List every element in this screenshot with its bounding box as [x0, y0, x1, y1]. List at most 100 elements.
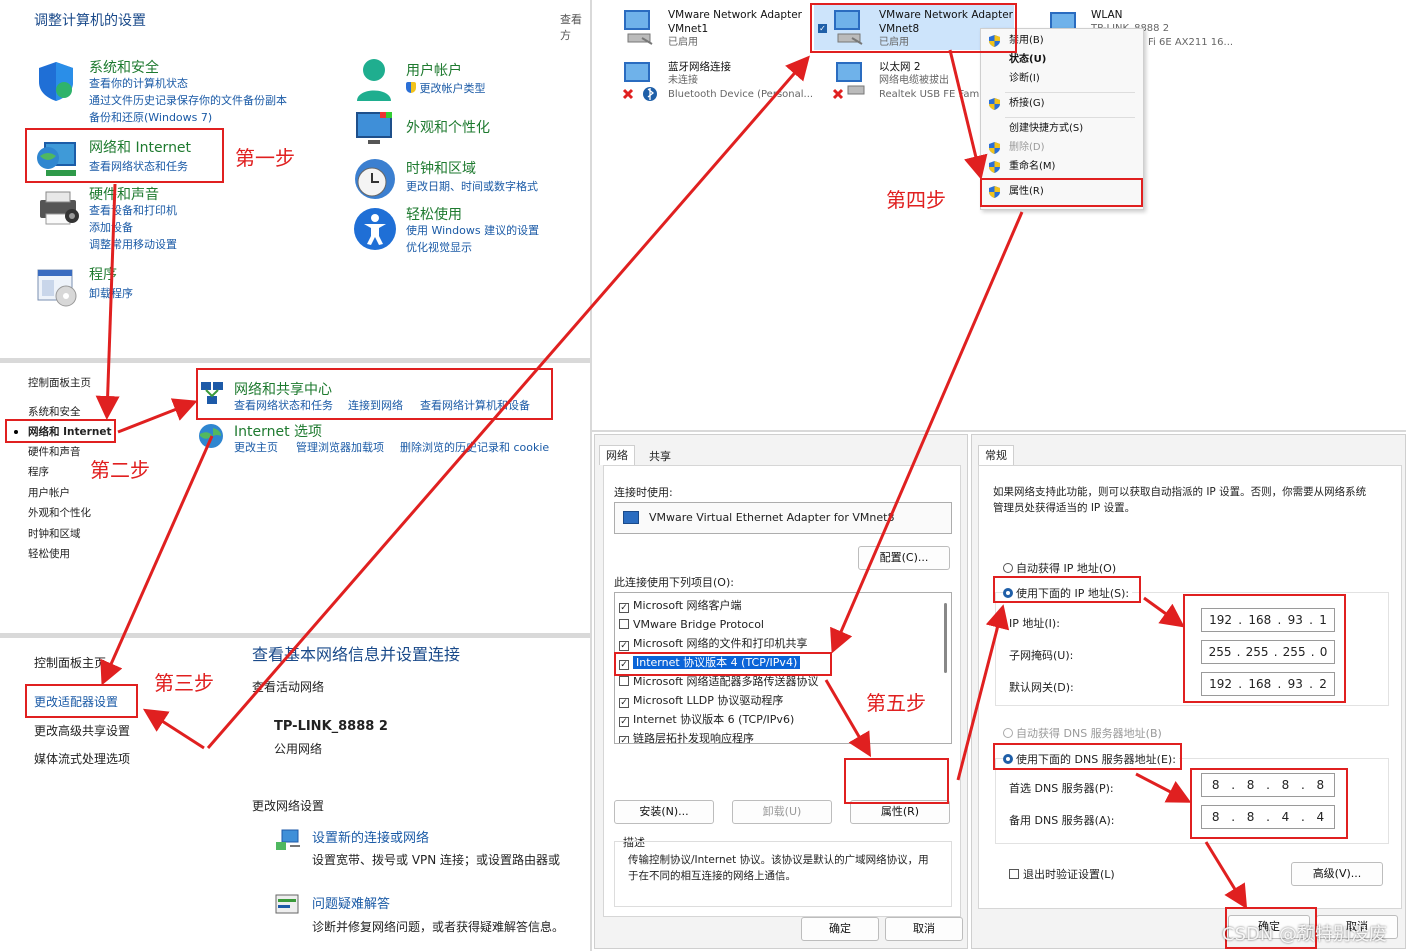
gateway-input[interactable]: 192. 168. 93. 2	[1201, 672, 1335, 696]
checkbox[interactable]: ✓	[619, 641, 629, 651]
uninstall-program-link[interactable]: 卸载程序	[89, 285, 133, 302]
radio-auto-dns[interactable]: 自动获得 DNS 服务器地址(B)	[1003, 725, 1162, 741]
radio-manual-ip[interactable]: 使用下面的 IP 地址(S):	[1003, 585, 1133, 601]
sidebar-home[interactable]: 控制面板主页	[34, 654, 106, 671]
category-link[interactable]: 调整常用移动设置	[89, 236, 177, 253]
sidebar-item-network[interactable]: 网络和 Internet	[28, 424, 111, 439]
sidebar-item-users[interactable]: 用户帐户	[28, 485, 70, 500]
change-adapter-settings-link[interactable]: 更改适配器设置	[34, 693, 118, 710]
category-link[interactable]: 查看设备和打印机	[89, 202, 177, 219]
radio-button[interactable]	[1003, 588, 1013, 598]
category-system-security[interactable]: 系统和安全	[89, 57, 159, 77]
menu-item-bridge[interactable]: 桥接(G)	[981, 93, 1141, 115]
category-user-accounts[interactable]: 用户帐户	[406, 60, 462, 80]
advanced-sharing-link[interactable]: 更改高级共享设置	[34, 722, 130, 739]
sidebar-item-programs[interactable]: 程序	[28, 464, 49, 479]
sidebar-item-appearance[interactable]: 外观和个性化	[28, 505, 91, 520]
checkbox[interactable]: ✓	[619, 698, 629, 708]
tab-general[interactable]: 常规	[978, 445, 1014, 465]
internet-options-link[interactable]: 管理浏览器加载项	[296, 439, 384, 456]
list-item-ipv4[interactable]: ✓ Internet 协议版本 4 (TCP/IPv4)	[619, 653, 801, 672]
category-link[interactable]: 优化视觉显示	[406, 239, 472, 256]
menu-item-diagnose[interactable]: 诊断(I)	[981, 68, 1141, 90]
ip-address-input[interactable]: 192. 168. 93. 1	[1201, 608, 1335, 632]
change-account-type-link[interactable]: 更改帐户类型	[406, 80, 486, 97]
sidebar-item-hardware[interactable]: 硬件和声音	[28, 444, 81, 459]
sharing-link[interactable]: 连接到网络	[348, 397, 403, 414]
sidebar-item-clock[interactable]: 时钟和区域	[28, 526, 81, 541]
internet-options-title[interactable]: Internet 选项	[234, 421, 322, 441]
sharing-link[interactable]: 查看网络计算机和设备	[420, 397, 530, 414]
checkbox[interactable]	[619, 676, 629, 686]
internet-options-link[interactable]: 删除浏览的历史记录和 cookie	[400, 439, 549, 456]
radio-button[interactable]	[1003, 563, 1013, 573]
sidebar-item-system[interactable]: 系统和安全	[28, 404, 81, 419]
radio-button[interactable]	[1003, 754, 1013, 764]
category-programs[interactable]: 程序	[89, 264, 117, 284]
list-item[interactable]: Microsoft 网络适配器多路传送器协议	[619, 672, 819, 691]
checkbox[interactable]: ✓	[619, 717, 629, 727]
radio-button[interactable]	[1003, 728, 1013, 738]
menu-item-label: 状态(U)	[1009, 54, 1047, 65]
menu-item-rename[interactable]: 重命名(M)	[981, 156, 1141, 178]
configure-button[interactable]: 配置(C)...	[858, 546, 950, 570]
list-item[interactable]: ✓ Microsoft 网络的文件和打印机共享	[619, 634, 808, 653]
category-link[interactable]: 使用 Windows 建议的设置	[406, 222, 539, 239]
category-link[interactable]: 查看你的计算机状态	[89, 75, 188, 92]
category-ease-of-access[interactable]: 轻松使用	[406, 204, 462, 224]
radio-auto-ip[interactable]: 自动获得 IP 地址(O)	[1003, 560, 1116, 576]
media-streaming-link[interactable]: 媒体流式处理选项	[34, 750, 130, 767]
install-button[interactable]: 安装(N)...	[614, 800, 714, 824]
adapter-item[interactable]: 以太网 2 网络电缆被拔出 Realtek USB FE Famil	[832, 58, 985, 104]
checkbox[interactable]: ✓	[619, 603, 629, 613]
troubleshoot-link[interactable]: 问题疑难解答	[312, 893, 390, 912]
tab-network[interactable]: 网络	[599, 445, 635, 465]
category-link[interactable]: 添加设备	[89, 219, 133, 236]
new-connection-link[interactable]: 设置新的连接或网络	[312, 827, 429, 846]
octet: 192	[1209, 677, 1233, 691]
list-item[interactable]: ✓ Microsoft LLDP 协议驱动程序	[619, 691, 783, 710]
category-link[interactable]: 更改日期、时间或数字格式	[406, 178, 538, 195]
category-link[interactable]: 通过文件历史记录保存你的文件备份副本	[89, 92, 287, 109]
menu-item-properties[interactable]: 属性(R)	[981, 181, 1141, 203]
sharing-link[interactable]: 查看网络状态和任务	[234, 397, 333, 414]
checkbox[interactable]	[619, 619, 629, 629]
category-clock-region[interactable]: 时钟和区域	[406, 158, 476, 178]
validate-checkbox[interactable]: 退出时验证设置(L)	[1009, 866, 1115, 882]
preferred-dns-input[interactable]: 8.8.8.8	[1201, 773, 1335, 797]
page-heading: 查看基本网络信息并设置连接	[252, 645, 461, 664]
view-network-status-link[interactable]: 查看网络状态和任务	[89, 158, 188, 175]
tab-sharing[interactable]: 共享	[643, 447, 677, 467]
advanced-button[interactable]: 高级(V)...	[1291, 862, 1383, 886]
category-hardware-sound[interactable]: 硬件和声音	[89, 184, 159, 204]
checkbox[interactable]	[1009, 869, 1019, 879]
uninstall-button[interactable]: 卸载(U)	[732, 800, 832, 824]
checkbox[interactable]: ✓	[619, 736, 629, 743]
category-appearance[interactable]: 外观和个性化	[406, 117, 490, 137]
properties-button[interactable]: 属性(R)	[850, 800, 950, 824]
radio-manual-dns[interactable]: 使用下面的 DNS 服务器地址(E):	[1003, 751, 1179, 767]
ok-button[interactable]: 确定	[801, 917, 879, 941]
network-sharing-center-title[interactable]: 网络和共享中心	[234, 379, 332, 399]
internet-options-link[interactable]: 更改主页	[234, 439, 278, 456]
adapter-item[interactable]: VMware Network Adapter VMnet1 已启用	[620, 6, 810, 52]
adapter-item[interactable]: 蓝牙网络连接 未连接 Bluetooth Device (Personal...	[620, 58, 820, 104]
checkbox[interactable]: ✓	[619, 660, 629, 670]
list-item[interactable]: ✓ 链路层拓扑发现响应程序	[619, 729, 754, 743]
list-item[interactable]: ✓ Microsoft 网络客户端	[619, 596, 742, 615]
sidebar-item-ease[interactable]: 轻松使用	[28, 546, 70, 561]
sidebar-home[interactable]: 控制面板主页	[28, 375, 91, 390]
subnet-mask-input[interactable]: 255. 255. 255. 0	[1201, 640, 1335, 664]
shield-icon	[36, 60, 76, 105]
scrollbar[interactable]	[944, 603, 947, 673]
category-network-internet[interactable]: 网络和 Internet	[89, 137, 191, 157]
radio-label: 使用下面的 IP 地址(S):	[1016, 587, 1130, 600]
cancel-button[interactable]: 取消	[885, 917, 963, 941]
list-item[interactable]: VMware Bridge Protocol	[619, 615, 764, 634]
tab-content: 如果网络支持此功能，则可以获取自动指派的 IP 设置。否则，你需要从网络系统管理…	[978, 465, 1402, 909]
change-network-settings-label: 更改网络设置	[252, 799, 325, 813]
view-by-link[interactable]: 查看方	[560, 11, 590, 43]
category-link[interactable]: 备份和还原(Windows 7)	[89, 109, 212, 126]
list-item[interactable]: ✓ Internet 协议版本 6 (TCP/IPv6)	[619, 710, 794, 729]
alternate-dns-input[interactable]: 8.8.4.4	[1201, 805, 1335, 829]
